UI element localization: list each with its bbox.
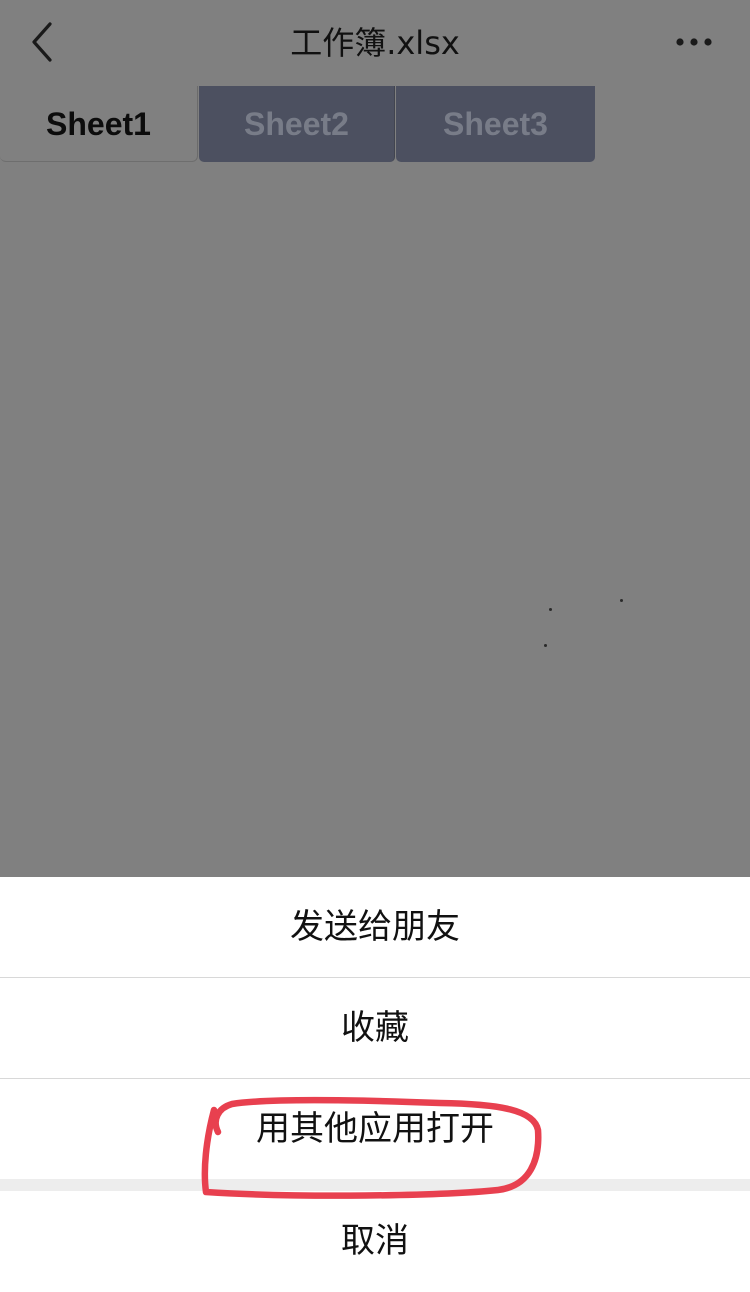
canvas-speck: [620, 599, 623, 602]
tab-sheet2[interactable]: Sheet2: [199, 86, 395, 162]
send-to-friend-button[interactable]: 发送给朋友: [0, 877, 750, 977]
document-title: 工作簿.xlsx: [290, 24, 460, 62]
tab-sheet1[interactable]: Sheet1: [0, 86, 198, 162]
open-in-other-app-button[interactable]: 用其他应用打开: [0, 1079, 750, 1179]
canvas-speck: [544, 644, 547, 647]
tab-sheet3[interactable]: Sheet3: [396, 86, 595, 162]
action-sheet: 发送给朋友 收藏 用其他应用打开 取消: [0, 877, 750, 1292]
spreadsheet-canvas: [0, 164, 750, 877]
more-button[interactable]: [668, 24, 724, 60]
sheet-tab-bar: Sheet1 Sheet2 Sheet3: [0, 86, 600, 164]
favorite-button[interactable]: 收藏: [0, 978, 750, 1078]
canvas-speck: [549, 608, 552, 611]
app-screen: 工作簿.xlsx Sheet1 Sheet2 Sheet3 发送给朋友 收藏 用…: [0, 0, 750, 1292]
back-button[interactable]: [22, 18, 66, 66]
action-sheet-separator: [0, 1179, 750, 1191]
chevron-left-icon: [22, 18, 66, 66]
navigation-bar: 工作簿.xlsx: [0, 0, 750, 86]
cancel-button[interactable]: 取消: [0, 1191, 750, 1292]
more-horizontal-icon: [668, 24, 724, 60]
